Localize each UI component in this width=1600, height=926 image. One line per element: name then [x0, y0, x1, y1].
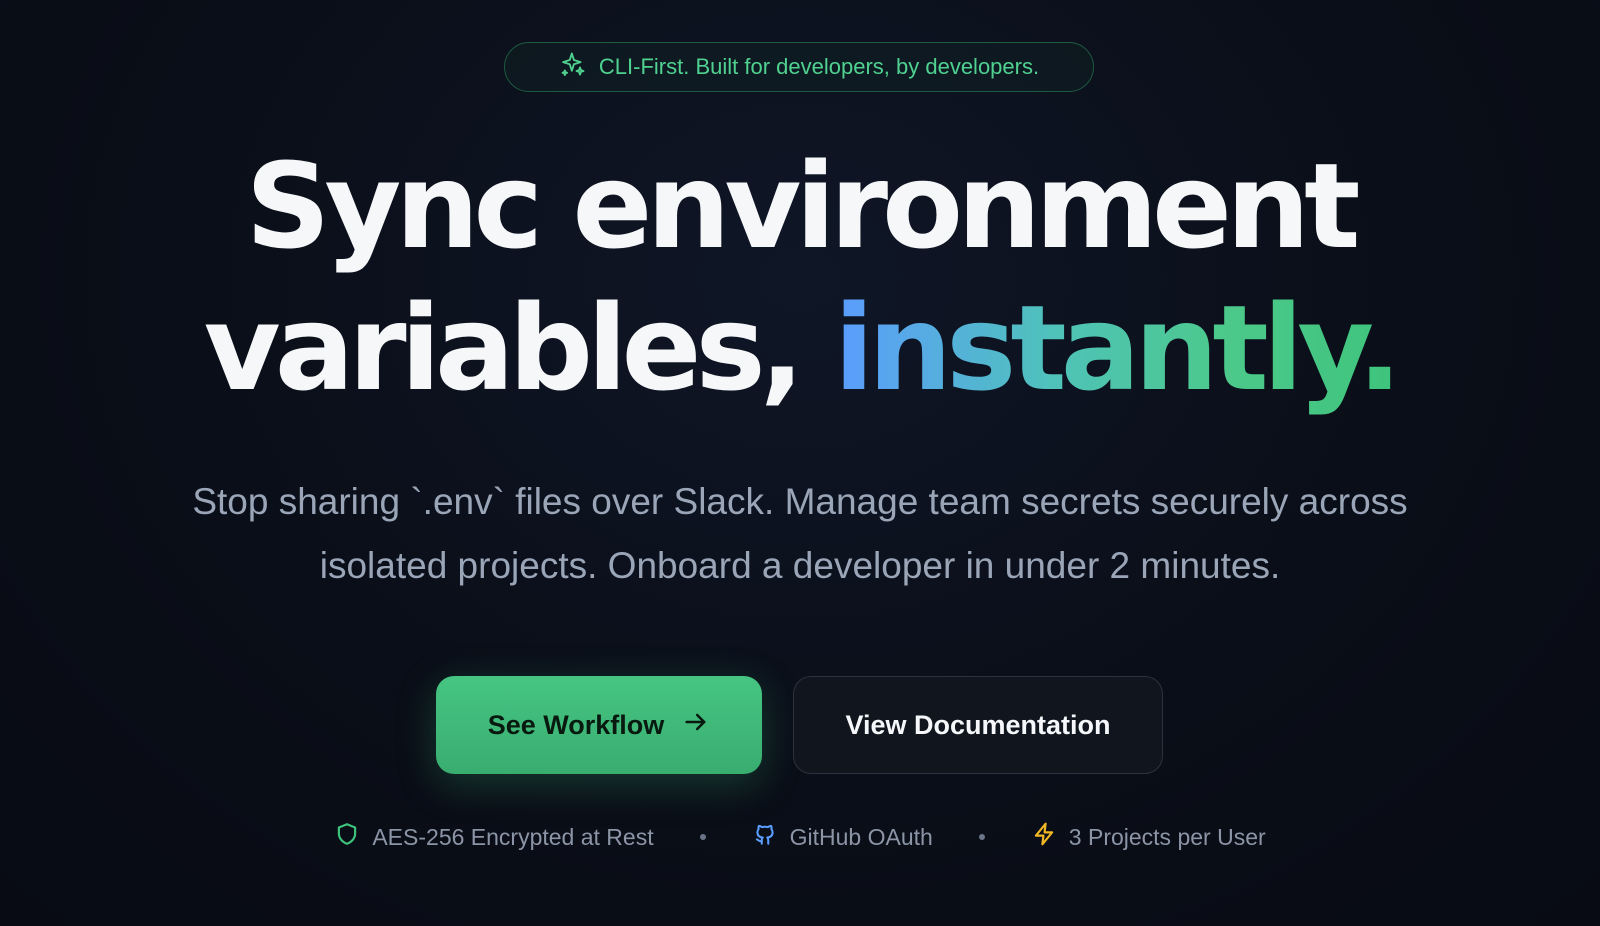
- arrow-right-icon: [682, 708, 710, 743]
- separator-dot: [699, 834, 706, 840]
- view-documentation-button[interactable]: View Documentation: [793, 676, 1163, 774]
- feature-encryption-label: AES-256 Encrypted at Rest: [372, 823, 654, 850]
- headline-plain-text: variables,: [203, 279, 805, 417]
- headline-line-1: Sync environment: [245, 137, 1360, 275]
- feature-projects-label: 3 Projects per User: [1068, 823, 1266, 850]
- headline-highlight-text: instantly.: [833, 279, 1402, 417]
- github-icon: [752, 821, 778, 853]
- feature-github-label: GitHub OAuth: [789, 823, 933, 850]
- headline-line-2: variables, instantly.: [0, 277, 1600, 419]
- view-documentation-label: View Documentation: [845, 709, 1111, 740]
- lightning-icon: [1031, 821, 1057, 853]
- headline: Sync environment variables, instantly.: [0, 135, 1600, 419]
- subtitle-line-1: Stop sharing `.env` files over Slack. Ma…: [192, 481, 1408, 522]
- subtitle-line-2: isolated projects. Onboard a developer i…: [319, 545, 1281, 586]
- separator-dot: [978, 834, 985, 840]
- cli-first-badge: CLI-First. Built for developers, by deve…: [504, 42, 1094, 92]
- see-workflow-label: See Workflow: [487, 709, 665, 740]
- sparkles-icon: [559, 50, 587, 84]
- feature-projects: 3 Projects per User: [1031, 821, 1266, 853]
- hero-section: CLI-First. Built for developers, by deve…: [0, 0, 1600, 926]
- shield-icon: [334, 821, 360, 853]
- feature-encryption: AES-256 Encrypted at Rest: [334, 821, 654, 853]
- feature-list: AES-256 Encrypted at Rest GitHub OAuth 3…: [0, 817, 1600, 857]
- badge-text: CLI-First. Built for developers, by deve…: [598, 54, 1040, 79]
- subtitle: Stop sharing `.env` files over Slack. Ma…: [100, 470, 1500, 598]
- see-workflow-button[interactable]: See Workflow: [436, 676, 762, 774]
- feature-github: GitHub OAuth: [752, 821, 933, 853]
